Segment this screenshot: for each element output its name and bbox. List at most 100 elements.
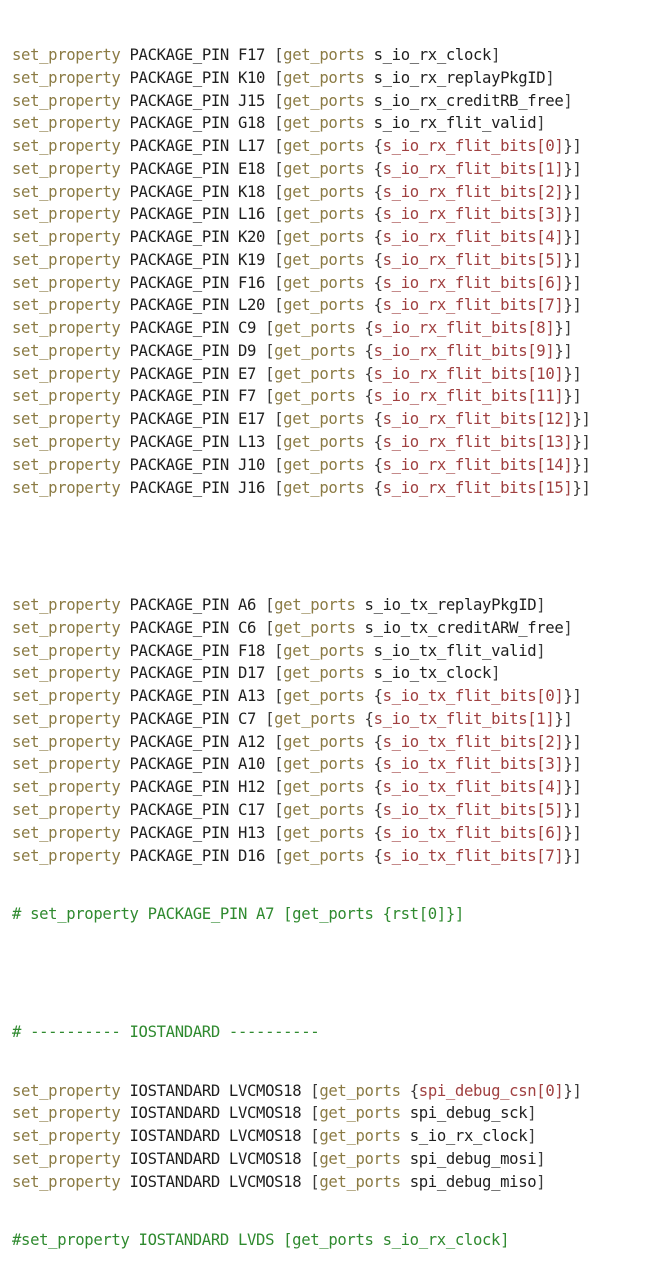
set-property-keyword: set_property xyxy=(12,1081,121,1100)
bracket: ] xyxy=(572,228,582,247)
code-line: set_property PACKAGE_PIN F7 [get_ports {… xyxy=(12,385,591,408)
indexed-port-name: s_io_tx_flit_bits[7] xyxy=(382,846,564,865)
package-pin-value: PACKAGE_PIN A10 xyxy=(120,755,275,774)
bracket: [ xyxy=(274,778,284,797)
port-name: s_io_tx_clock xyxy=(373,664,492,683)
port-name: s_io_tx_flit_valid xyxy=(373,641,537,660)
set-property-keyword: set_property xyxy=(12,846,121,865)
tx-pin-block: set_property PACKAGE_PIN A6 [get_ports s… xyxy=(12,594,591,867)
get-ports-keyword: get_ports xyxy=(274,341,356,360)
code-line: set_property PACKAGE_PIN J15 [get_ports … xyxy=(12,90,591,113)
bracket: ] xyxy=(545,68,555,87)
get-ports-keyword: get_ports xyxy=(283,478,365,497)
get-ports-keyword: get_ports xyxy=(283,273,365,292)
bracket: [ xyxy=(274,433,284,452)
bracket: [ xyxy=(265,709,275,728)
indexed-port-name: s_io_rx_flit_bits[10] xyxy=(373,364,564,383)
get-ports-keyword: get_ports xyxy=(283,114,365,133)
bracket: [ xyxy=(274,800,284,819)
get-ports-keyword: get_ports xyxy=(283,137,365,156)
set-property-keyword: set_property xyxy=(12,228,121,247)
get-ports-keyword: get_ports xyxy=(283,205,365,224)
bracket: [ xyxy=(274,478,284,497)
bracket: ] xyxy=(572,137,582,156)
get-ports-keyword: get_ports xyxy=(319,1149,401,1168)
get-ports-keyword: get_ports xyxy=(283,228,365,247)
get-ports-keyword: get_ports xyxy=(283,800,365,819)
package-pin-value: PACKAGE_PIN F17 xyxy=(120,46,275,64)
code-line: set_property PACKAGE_PIN A10 [get_ports … xyxy=(12,753,591,776)
bracket: ] xyxy=(563,341,573,360)
brace: { xyxy=(373,823,383,842)
set-property-keyword: set_property xyxy=(12,296,121,315)
set-property-keyword: set_property xyxy=(12,800,121,819)
port-name: s_io_tx_creditARW_free xyxy=(364,618,564,637)
code-line: set_property PACKAGE_PIN H12 [get_ports … xyxy=(12,776,591,799)
package-pin-value: PACKAGE_PIN L17 xyxy=(120,137,275,156)
bracket: [ xyxy=(274,641,284,660)
bracket: [ xyxy=(274,68,284,87)
get-ports-keyword: get_ports xyxy=(283,823,365,842)
port-name: s_io_rx_clock xyxy=(373,46,492,64)
code-line: set_property IOSTANDARD LVCMOS18 [get_po… xyxy=(12,1080,591,1103)
brace: { xyxy=(364,709,374,728)
code-line: set_property IOSTANDARD LVCMOS18 [get_po… xyxy=(12,1171,591,1194)
package-pin-value: PACKAGE_PIN E7 xyxy=(120,364,266,383)
set-property-keyword: set_property xyxy=(12,709,121,728)
set-property-keyword: set_property xyxy=(12,410,121,429)
iostandard-value: IOSTANDARD LVCMOS18 xyxy=(120,1081,311,1100)
indexed-port-name: spi_debug_csn[0] xyxy=(418,1081,564,1100)
brace: { xyxy=(364,341,374,360)
get-ports-keyword: get_ports xyxy=(274,709,356,728)
bracket: ] xyxy=(581,478,591,497)
code-line: set_property PACKAGE_PIN K10 [get_ports … xyxy=(12,67,591,90)
package-pin-value: PACKAGE_PIN J16 xyxy=(120,478,275,497)
set-property-keyword: set_property xyxy=(12,778,121,797)
commented-rst-line: # set_property PACKAGE_PIN A7 [get_ports… xyxy=(12,905,464,924)
bracket: ] xyxy=(572,159,582,178)
indexed-port-name: s_io_rx_flit_bits[8] xyxy=(373,319,555,338)
package-pin-value: PACKAGE_PIN D17 xyxy=(120,664,275,683)
get-ports-keyword: get_ports xyxy=(283,433,365,452)
set-property-keyword: set_property xyxy=(12,455,121,474)
package-pin-value: PACKAGE_PIN A13 xyxy=(120,687,275,706)
code-line: set_property PACKAGE_PIN G18 [get_ports … xyxy=(12,112,591,135)
bracket: [ xyxy=(274,114,284,133)
set-property-keyword: set_property xyxy=(12,68,121,87)
indexed-port-name: s_io_tx_flit_bits[4] xyxy=(382,778,564,797)
indexed-port-name: s_io_rx_flit_bits[14] xyxy=(382,455,573,474)
code-line: set_property PACKAGE_PIN K19 [get_ports … xyxy=(12,249,591,272)
bracket: [ xyxy=(274,159,284,178)
indexed-port-name: s_io_rx_flit_bits[1] xyxy=(382,159,564,178)
brace: { xyxy=(364,387,374,406)
iostandard-value: IOSTANDARD LVCMOS18 xyxy=(120,1149,311,1168)
get-ports-keyword: get_ports xyxy=(274,387,356,406)
code-line: set_property PACKAGE_PIN C17 [get_ports … xyxy=(12,799,591,822)
get-ports-keyword: get_ports xyxy=(283,91,365,110)
code-line: set_property IOSTANDARD LVCMOS18 [get_po… xyxy=(12,1148,591,1171)
bracket: [ xyxy=(274,228,284,247)
set-property-keyword: set_property xyxy=(12,641,121,660)
bracket: ] xyxy=(581,410,591,429)
get-ports-keyword: get_ports xyxy=(319,1172,401,1191)
bracket: ] xyxy=(536,641,546,660)
brace: { xyxy=(364,364,374,383)
brace: { xyxy=(409,1081,419,1100)
set-property-keyword: set_property xyxy=(12,387,121,406)
bracket: ] xyxy=(572,800,582,819)
indexed-port-name: s_io_tx_flit_bits[2] xyxy=(382,732,564,751)
bracket: [ xyxy=(274,755,284,774)
package-pin-value: PACKAGE_PIN K10 xyxy=(120,68,275,87)
code-line: set_property PACKAGE_PIN C6 [get_ports s… xyxy=(12,617,591,640)
